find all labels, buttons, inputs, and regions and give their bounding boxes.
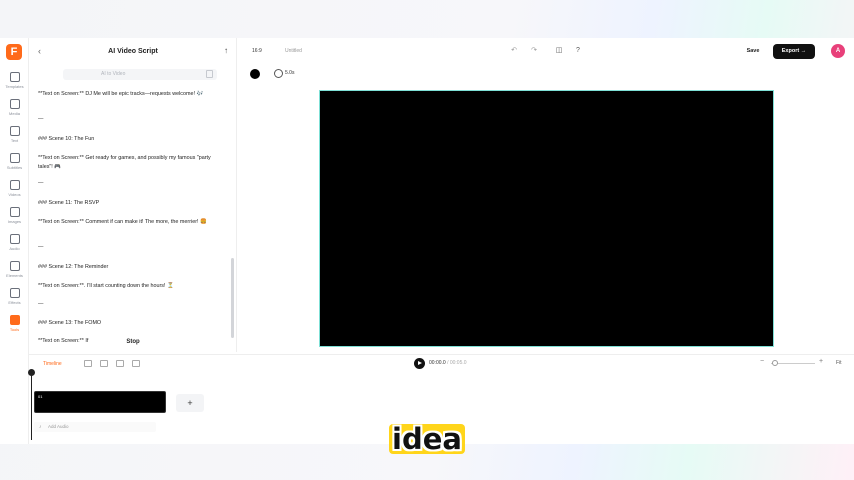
video-caption: idea [0, 422, 854, 456]
add-clip-button[interactable]: + [176, 394, 204, 412]
aspect-ratio-select[interactable]: 16:9 [252, 48, 262, 54]
script-text[interactable]: **Text on Screen:** DJ Me will be epic t… [38, 90, 228, 348]
video-canvas[interactable] [319, 90, 774, 347]
screenshot-icon[interactable]: ◫ [555, 47, 563, 55]
nav-effects[interactable]: Effects [0, 288, 29, 312]
editor-window: F Templates Media Text Subtitles Videos … [0, 38, 854, 444]
nav-media[interactable]: Media [0, 99, 29, 123]
script-line: **Text on Screen:**. I'll start counting… [38, 283, 174, 289]
delete-icon[interactable] [132, 360, 140, 367]
script-scrollbar[interactable] [231, 258, 234, 338]
zoom-fit-button[interactable]: Fit [836, 360, 842, 366]
videos-icon [9, 180, 20, 190]
images-icon [9, 207, 20, 217]
script-line: — [38, 244, 44, 250]
background-color-swatch[interactable] [250, 69, 260, 79]
script-line: ### Scene 11: The RSVP [38, 200, 100, 206]
playback-time: 00:00.0 / 00:05.0 [429, 360, 467, 366]
zoom-out-icon[interactable]: − [760, 358, 764, 365]
effects-icon [9, 288, 20, 298]
nav-images[interactable]: Images [0, 207, 29, 231]
duplicate-icon[interactable] [116, 360, 124, 367]
script-panel: ‹ AI Video Script ↑ AI to Video **Text o… [29, 38, 237, 352]
nav-templates[interactable]: Templates [0, 72, 29, 96]
nav-audio[interactable]: Audio [0, 234, 29, 258]
left-nav: F Templates Media Text Subtitles Videos … [0, 38, 29, 444]
nav-subtitles[interactable]: Subtitles [0, 153, 29, 177]
timeline-label[interactable]: Timeline [43, 361, 62, 367]
panel-title: AI Video Script [108, 48, 158, 55]
scene-duration[interactable]: 5.0s [285, 70, 294, 76]
copy-icon[interactable] [206, 70, 213, 78]
nav-tools[interactable]: Tools [0, 315, 29, 339]
nav-videos[interactable]: Videos [0, 180, 29, 204]
project-name[interactable]: Untitled [285, 48, 302, 54]
ai-to-video-label: AI to Video [101, 71, 126, 77]
script-line: — [38, 180, 44, 186]
panel-header: ‹ AI Video Script ↑ [29, 38, 237, 64]
script-line: ### Scene 13: The FOMO [38, 320, 102, 326]
split-icon[interactable] [100, 360, 108, 367]
export-button[interactable]: Export → [773, 44, 815, 59]
help-icon[interactable]: ? [574, 47, 582, 55]
script-line: ### Scene 12: The Reminder [38, 264, 109, 270]
zoom-slider-handle[interactable] [772, 360, 778, 366]
subtitles-icon [9, 153, 20, 163]
script-line: — [38, 301, 44, 307]
redo-icon[interactable]: ↷ [530, 47, 538, 55]
play-button[interactable] [414, 358, 425, 369]
media-icon [9, 99, 20, 109]
script-line: **Text on Screen:** DJ Me will be epic t… [38, 91, 204, 97]
collapse-up-icon[interactable]: ↑ [224, 46, 228, 55]
script-line: — [38, 116, 44, 122]
ai-to-video-tab[interactable]: AI to Video [63, 69, 217, 80]
nav-text[interactable]: Text [0, 126, 29, 150]
scene-clip[interactable]: 01 [34, 391, 166, 413]
script-line: **Text on Screen:** Get ready for games,… [38, 155, 211, 170]
text-icon [9, 126, 20, 136]
script-line: **Text on Screen:** Comment if can make … [38, 219, 207, 225]
zoom-in-icon[interactable]: + [819, 358, 823, 365]
add-scene-icon[interactable] [84, 360, 92, 367]
templates-icon [9, 72, 20, 82]
audio-icon [9, 234, 20, 244]
script-line: ### Scene 10: The Fun [38, 136, 95, 142]
nav-elements[interactable]: Elements [0, 261, 29, 285]
stop-button[interactable]: Stop [116, 336, 150, 348]
avatar[interactable]: A [831, 44, 845, 58]
elements-icon [9, 261, 20, 271]
undo-icon[interactable]: ↶ [510, 47, 518, 55]
tools-icon [9, 315, 20, 325]
save-button[interactable]: Save [738, 44, 768, 59]
app-logo[interactable]: F [6, 44, 22, 60]
clock-icon [274, 69, 283, 78]
